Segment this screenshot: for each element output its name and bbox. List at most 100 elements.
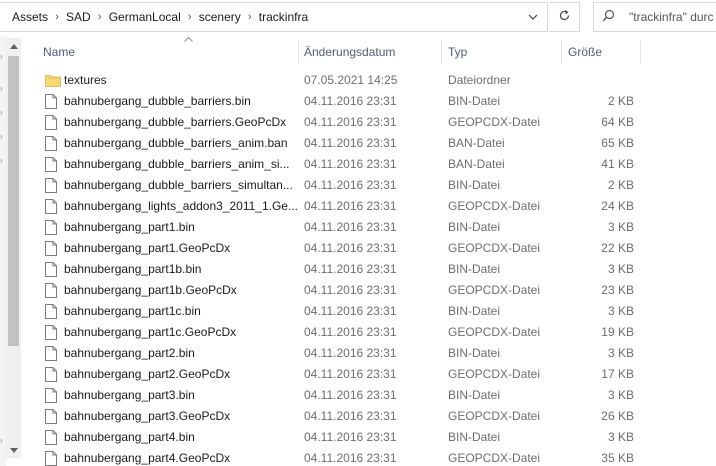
column-headers: Name Änderungsdatum Typ Größe (21, 36, 716, 66)
chevron-down-icon (528, 12, 538, 23)
file-name: bahnubergang_part1c.bin (64, 304, 201, 318)
file-type: GEOPCDX-Datei (448, 283, 541, 297)
file-date: 04.11.2016 23:31 (304, 388, 397, 402)
file-name: bahnubergang_part1.GeoPcDx (64, 241, 231, 255)
file-size: 19 KB (601, 325, 634, 339)
file-icon (45, 94, 57, 109)
file-row[interactable]: bahnubergang_part2.GeoPcDx 04.11.2016 23… (21, 364, 716, 385)
file-size (567, 70, 634, 91)
refresh-button[interactable] (550, 2, 580, 32)
column-divider[interactable] (561, 40, 562, 64)
file-size: 3 KB (607, 220, 634, 234)
file-name: bahnubergang_dubble_barriers_simultan... (64, 178, 293, 192)
column-header-type[interactable]: Typ (448, 38, 560, 66)
file-date: 04.11.2016 23:31 (304, 367, 397, 381)
column-divider[interactable] (640, 40, 641, 64)
file-icon (45, 301, 61, 322)
file-name: bahnubergang_part2.GeoPcDx (64, 367, 231, 381)
file-row[interactable]: bahnubergang_lights_addon3_2011_1.Ge... … (21, 196, 716, 217)
file-name: bahnubergang_part2.bin (64, 346, 195, 360)
column-header-date[interactable]: Änderungsdatum (304, 38, 440, 66)
chevron-right-icon[interactable]: › (91, 11, 109, 23)
file-size: 3 KB (607, 304, 634, 318)
file-date: 04.11.2016 23:31 (304, 262, 397, 276)
file-type: GEOPCDX-Datei (448, 409, 541, 423)
file-row[interactable]: bahnubergang_dubble_barriers_anim.ban 04… (21, 133, 716, 154)
chevron-right-icon: › (0, 132, 3, 141)
search-input[interactable]: "trackinfra" durc (629, 10, 714, 24)
file-date: 04.11.2016 23:31 (304, 430, 397, 444)
breadcrumb-item-trackinfra[interactable]: trackinfra (259, 10, 308, 24)
file-row[interactable]: bahnubergang_part1.bin 04.11.2016 23:31 … (21, 217, 716, 238)
chevron-right-icon[interactable]: › (241, 11, 259, 23)
file-date: 04.11.2016 23:31 (304, 199, 397, 213)
breadcrumb-item-germanlocal[interactable]: GermanLocal (109, 10, 181, 24)
file-icon (45, 241, 57, 256)
address-history-dropdown[interactable] (519, 3, 547, 31)
file-name: bahnubergang_part4.bin (64, 430, 195, 444)
file-date: 04.11.2016 23:31 (304, 304, 397, 318)
breadcrumb: Assets › SAD › GermanLocal › scenery › t… (0, 3, 519, 31)
file-row[interactable]: bahnubergang_part1.GeoPcDx 04.11.2016 23… (21, 238, 716, 259)
folder-icon (45, 75, 61, 87)
file-date: 04.11.2016 23:31 (304, 325, 397, 339)
chevron-right-icon[interactable]: › (48, 11, 66, 23)
file-name: bahnubergang_part3.bin (64, 388, 195, 402)
scrollbar-thumb[interactable] (8, 56, 19, 346)
file-row[interactable]: bahnubergang_dubble_barriers.bin 04.11.2… (21, 91, 716, 112)
vertical-scrollbar[interactable] (6, 38, 21, 458)
file-type: BIN-Datei (448, 304, 501, 318)
file-icon (45, 154, 61, 175)
file-icon (45, 133, 61, 154)
file-type: BIN-Datei (448, 430, 501, 444)
file-date: 04.11.2016 23:31 (304, 241, 397, 255)
file-row[interactable]: bahnubergang_part3.bin 04.11.2016 23:31 … (21, 385, 716, 406)
file-row[interactable]: bahnubergang_dubble_barriers_anim_si... … (21, 154, 716, 175)
scroll-down-button[interactable] (6, 442, 21, 458)
file-row[interactable]: bahnubergang_part2.bin 04.11.2016 23:31 … (21, 343, 716, 364)
breadcrumb-item-assets[interactable]: Assets (12, 10, 48, 24)
file-row[interactable]: bahnubergang_part1b.bin 04.11.2016 23:31… (21, 259, 716, 280)
file-icon (45, 325, 57, 340)
file-icon (45, 238, 61, 259)
file-icon (45, 199, 57, 214)
file-icon (45, 217, 61, 238)
chevron-right-icon: › (0, 52, 3, 61)
file-row[interactable]: bahnubergang_dubble_barriers_simultan...… (21, 175, 716, 196)
file-type: GEOPCDX-Datei (448, 367, 541, 381)
file-row[interactable]: bahnubergang_dubble_barriers.GeoPcDx 04.… (21, 112, 716, 133)
column-divider[interactable] (298, 40, 299, 64)
file-row[interactable]: textures 07.05.2021 14:25 Dateiordner (21, 70, 716, 91)
file-size: 2 KB (607, 178, 634, 192)
file-icon (45, 409, 57, 424)
file-name: bahnubergang_dubble_barriers.bin (64, 94, 251, 108)
file-icon (45, 448, 61, 466)
file-row[interactable]: bahnubergang_part1c.bin 04.11.2016 23:31… (21, 301, 716, 322)
search-box[interactable]: "trackinfra" durc (593, 2, 716, 32)
file-icon (45, 304, 57, 319)
column-divider[interactable] (441, 40, 442, 64)
scroll-up-button[interactable] (6, 38, 21, 54)
file-icon (45, 364, 61, 385)
chevron-right-icon[interactable]: › (181, 11, 199, 23)
file-row[interactable]: bahnubergang_part1b.GeoPcDx 04.11.2016 2… (21, 280, 716, 301)
file-icon (45, 388, 57, 403)
file-row[interactable]: bahnubergang_part4.bin 04.11.2016 23:31 … (21, 427, 716, 448)
file-size: 22 KB (601, 241, 634, 255)
file-row[interactable]: bahnubergang_part1c.GeoPcDx 04.11.2016 2… (21, 322, 716, 343)
column-header-size[interactable]: Größe (568, 38, 638, 66)
file-icon (45, 406, 61, 427)
file-icon (45, 385, 61, 406)
address-bar[interactable]: Assets › SAD › GermanLocal › scenery › t… (0, 2, 548, 32)
file-row[interactable]: bahnubergang_part4.GeoPcDx 04.11.2016 23… (21, 448, 716, 466)
file-name: bahnubergang_part4.GeoPcDx (64, 451, 231, 465)
file-type: GEOPCDX-Datei (448, 451, 541, 465)
file-icon (45, 259, 61, 280)
breadcrumb-item-scenery[interactable]: scenery (199, 10, 241, 24)
file-row[interactable]: bahnubergang_part3.GeoPcDx 04.11.2016 23… (21, 406, 716, 427)
file-date: 04.11.2016 23:31 (304, 178, 397, 192)
file-date: 04.11.2016 23:31 (304, 283, 397, 297)
column-header-name[interactable]: Name (43, 38, 295, 66)
breadcrumb-item-sad[interactable]: SAD (66, 10, 91, 24)
file-size: 35 KB (601, 451, 634, 465)
